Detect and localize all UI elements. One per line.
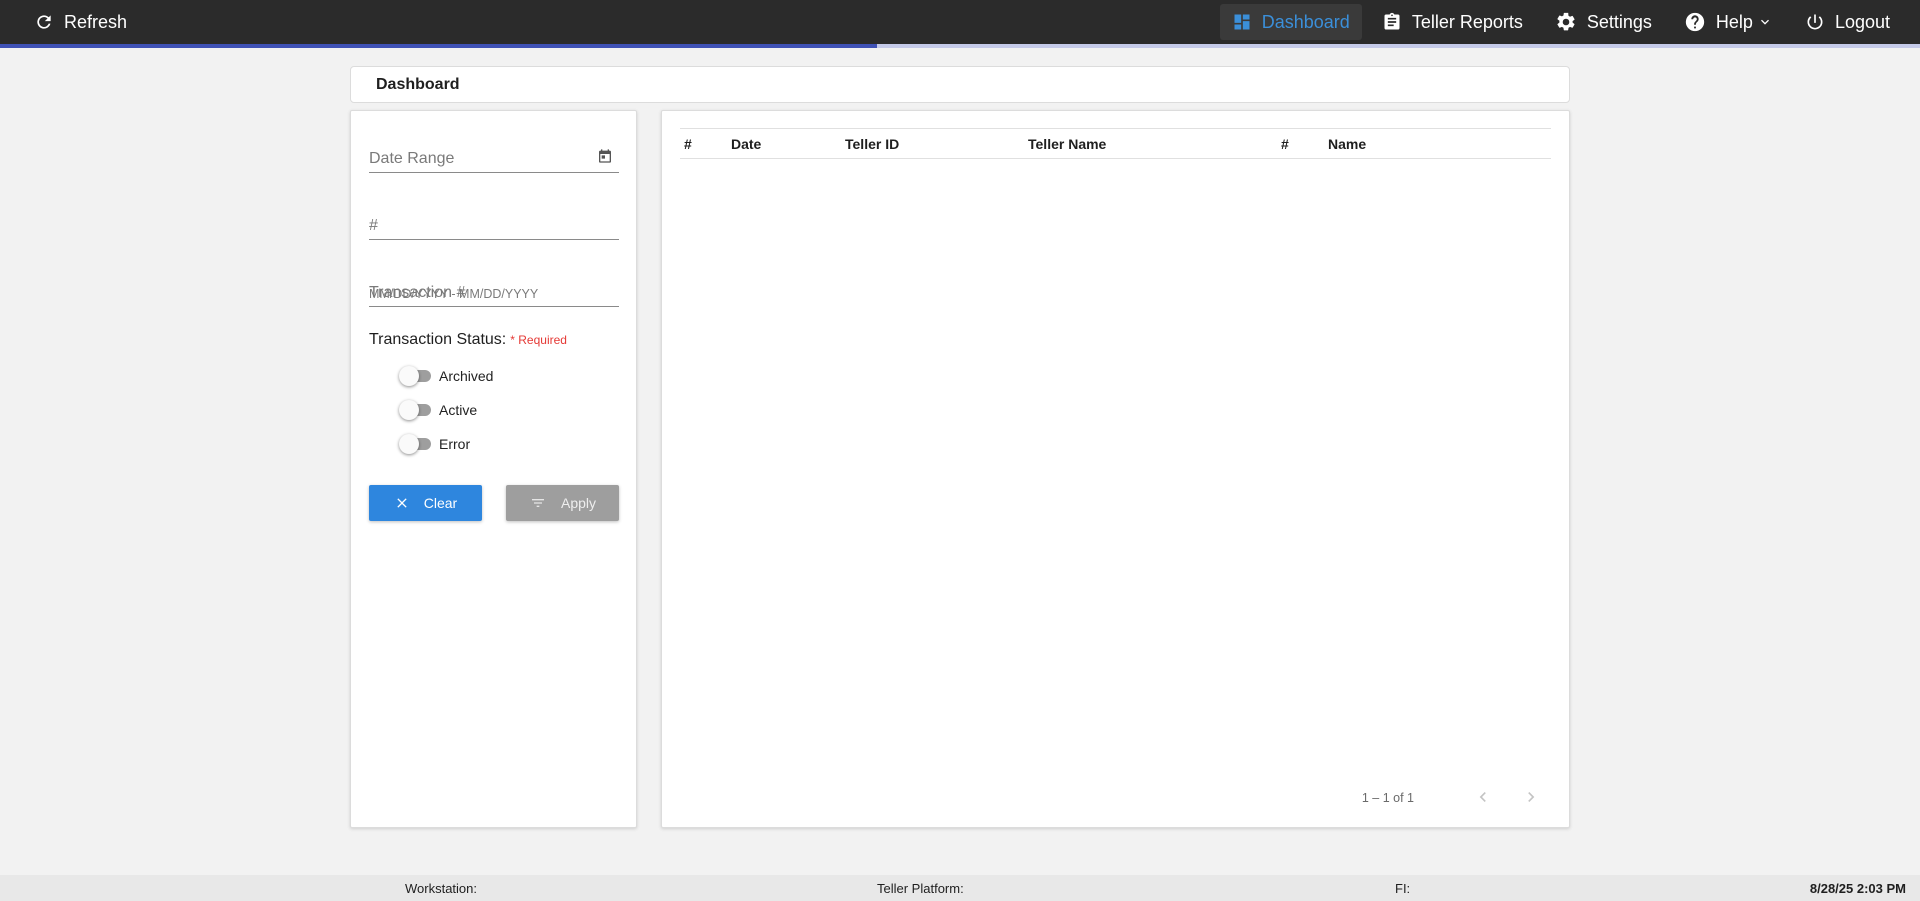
nav-logout-label: Logout (1834, 11, 1890, 32)
refresh-label: Refresh (64, 11, 128, 32)
toggle-error[interactable]: Error (399, 434, 470, 454)
nav-dashboard-label: Dashboard (1261, 11, 1350, 32)
apply-button[interactable]: Apply (506, 485, 619, 521)
nav-help[interactable]: Help (1672, 4, 1785, 40)
transaction-number-field[interactable] (369, 273, 619, 307)
loading-progress-bar (0, 44, 1920, 48)
next-page-button[interactable] (1519, 785, 1543, 809)
toggle-archived-label: Archived (439, 368, 494, 384)
active-switch[interactable] (399, 400, 433, 420)
previous-page-button[interactable] (1471, 785, 1495, 809)
column-header-teller-id[interactable]: Teller ID (845, 136, 899, 152)
clipboard-icon (1384, 12, 1400, 30)
nav-teller-reports[interactable]: Teller Reports (1370, 4, 1535, 40)
column-header-date[interactable]: Date (731, 136, 761, 152)
chevron-left-icon (1479, 792, 1486, 802)
chevron-down-icon (1760, 19, 1769, 25)
date-range-input[interactable] (369, 150, 619, 168)
chevron-right-icon (1528, 792, 1535, 802)
toggle-archived[interactable]: Archived (399, 366, 493, 386)
footer-datetime: 8/28/25 2:03 PM (1809, 881, 1906, 896)
refresh-button[interactable]: Refresh (22, 4, 139, 40)
toggle-error-label: Error (439, 436, 471, 452)
toggle-active-label: Active (439, 402, 478, 418)
number-input[interactable] (369, 217, 619, 235)
footer-workstation: Workstation: (405, 881, 478, 896)
archived-switch[interactable] (399, 366, 433, 386)
gear-icon (1557, 12, 1575, 31)
date-range-field[interactable] (369, 139, 619, 173)
footer-fi: FI: (1395, 881, 1411, 896)
error-switch[interactable] (399, 434, 433, 454)
top-navigation-bar: Refresh Dashboard Teller Reports Setting… (0, 0, 1920, 44)
loading-progress-fill (0, 44, 878, 48)
table-header: # Date Teller ID Teller Name # Name (680, 128, 1551, 159)
filter-panel: MM/DD/YYYY - MM/DD/YYYY Transaction Stat… (350, 110, 637, 828)
toggle-active[interactable]: Active (399, 400, 477, 420)
column-header-number[interactable]: # (684, 136, 692, 152)
clear-button[interactable]: Clear (369, 485, 482, 521)
nav-help-label: Help (1715, 11, 1753, 32)
refresh-icon (37, 15, 51, 29)
dashboard-icon (1234, 14, 1250, 30)
footer-teller-platform: Teller Platform: (877, 881, 964, 896)
apply-label: Apply (560, 495, 597, 511)
nav-settings-label: Settings (1586, 11, 1652, 32)
status-footer: Workstation: Teller Platform: FI: 8/28/2… (0, 875, 1920, 901)
results-table-panel: # Date Teller ID Teller Name # Name 1 – … (661, 110, 1570, 828)
nav-dashboard[interactable]: Dashboard (1219, 4, 1362, 40)
column-header-number-2[interactable]: # (1281, 136, 1289, 152)
column-header-name[interactable]: Name (1328, 136, 1366, 152)
pagination-range: 1 – 1 of 1 (1361, 791, 1414, 805)
column-header-teller-name[interactable]: Teller Name (1028, 136, 1106, 152)
nav-settings[interactable]: Settings (1543, 4, 1664, 40)
page-title-card: Dashboard (350, 66, 1570, 103)
clear-label: Clear (423, 495, 458, 511)
filter-icon (531, 499, 544, 507)
nav-teller-reports-label: Teller Reports (1411, 11, 1523, 32)
power-icon (1807, 14, 1823, 30)
number-field[interactable] (369, 206, 619, 240)
transaction-status-text: Transaction Status: (369, 331, 507, 348)
transaction-status-label: Transaction Status: * Required (369, 331, 567, 349)
page-title: Dashboard (376, 75, 460, 93)
calendar-icon[interactable] (597, 148, 613, 164)
close-icon (397, 498, 407, 508)
main-nav: Dashboard Teller Reports Settings Help L… (1212, 4, 1902, 40)
help-icon (1685, 12, 1705, 32)
required-indicator: * Required (510, 333, 567, 347)
nav-logout[interactable]: Logout (1793, 4, 1902, 40)
transaction-number-input[interactable] (369, 284, 619, 302)
